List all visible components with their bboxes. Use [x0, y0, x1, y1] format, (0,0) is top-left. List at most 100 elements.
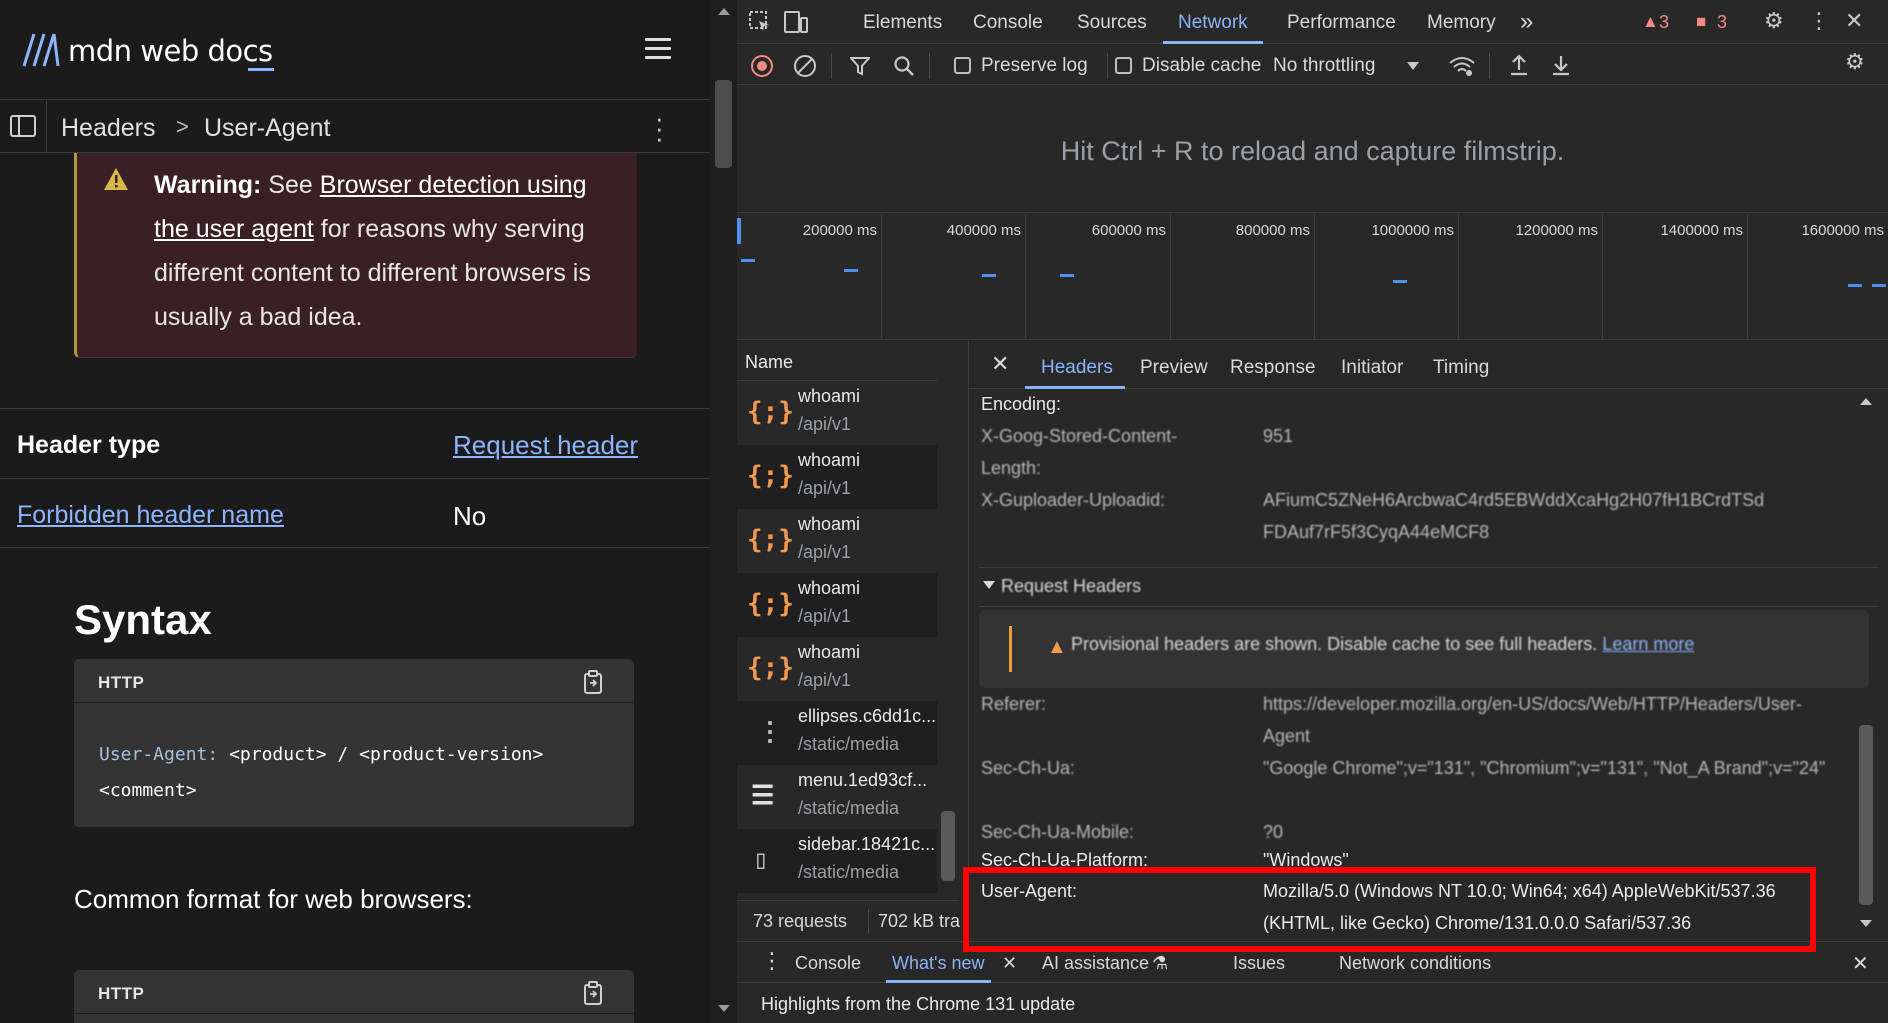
drawer-tab-console[interactable]: Console [795, 953, 861, 974]
inspect-element-icon[interactable] [749, 11, 771, 33]
sidebar-toggle-icon[interactable] [10, 115, 36, 137]
tab-performance[interactable]: Performance [1287, 12, 1396, 34]
request-name[interactable]: whoami [798, 642, 860, 663]
breadcrumb-headers-link[interactable]: Headers [61, 114, 156, 143]
tab-initiator[interactable]: Initiator [1341, 357, 1403, 379]
fetch-json-icon: {;} [747, 653, 794, 683]
request-row[interactable]: {;} whoami /api/v1 [737, 637, 937, 701]
more-tabs-icon[interactable]: » [1520, 8, 1533, 36]
disable-cache-label[interactable]: Disable cache [1142, 55, 1261, 77]
kebab-menu-icon[interactable]: · · · [655, 105, 664, 151]
tab-headers[interactable]: Headers [1041, 357, 1113, 379]
drawer-tab-whats-new[interactable]: What's new [892, 953, 984, 974]
scroll-down-arrow-icon[interactable] [718, 1005, 730, 1012]
hamburger-menu-icon[interactable] [645, 38, 673, 60]
request-name[interactable]: whoami [798, 514, 860, 535]
request-name[interactable]: ellipses.c6dd1c... [798, 706, 936, 727]
warnings-count[interactable]: 3 [1659, 12, 1669, 33]
error-badge-icon[interactable]: ■ [1696, 12, 1706, 32]
learn-more-link[interactable]: Learn more [1602, 634, 1694, 654]
detail-scrollbar[interactable] [1855, 390, 1877, 935]
request-row[interactable]: {;} whoami /api/v1 [737, 509, 937, 573]
chevron-down-icon[interactable] [1407, 62, 1419, 70]
filter-icon[interactable] [850, 56, 870, 76]
request-row[interactable]: {;} whoami /api/v1 [737, 381, 937, 445]
import-har-icon[interactable] [1509, 54, 1529, 76]
drawer-tab-network-conditions[interactable]: Network conditions [1339, 953, 1491, 974]
request-path: /api/v1 [798, 478, 852, 498]
close-icon[interactable]: ✕ [991, 351, 1009, 377]
request-row[interactable]: ☰ menu.1ed93cf... /static/media [737, 765, 937, 829]
request-name[interactable]: whoami [798, 450, 860, 471]
forbidden-header-name-link[interactable]: Forbidden header name [17, 501, 284, 530]
scrollbar-thumb[interactable] [715, 80, 732, 168]
breadcrumb-current[interactable]: User-Agent [204, 114, 330, 143]
fetch-json-icon: {;} [747, 589, 794, 619]
warning-text: Warning: See Browser detection using the… [154, 163, 624, 339]
errors-count[interactable]: 3 [1717, 12, 1727, 33]
request-list-scrollbar[interactable] [937, 341, 959, 901]
tab-console[interactable]: Console [973, 12, 1043, 34]
throttling-select[interactable]: No throttling [1273, 55, 1375, 77]
preserve-log-checkbox[interactable] [954, 57, 971, 74]
tab-timing[interactable]: Timing [1433, 357, 1489, 379]
scroll-down-arrow-icon[interactable] [1860, 920, 1872, 927]
tab-response[interactable]: Response [1230, 357, 1316, 379]
warning-icon: ▲ [1047, 636, 1067, 658]
drawer-tab-issues[interactable]: Issues [1233, 953, 1285, 974]
header-value: FDAuf7rF5f3CyqA44eMCF8 [1263, 522, 1490, 542]
tab-memory[interactable]: Memory [1427, 12, 1496, 34]
request-row[interactable]: {;} whoami /api/v1 [737, 573, 937, 637]
page-scrollbar[interactable] [710, 0, 737, 1023]
provisional-text: Provisional headers are shown. Disable c… [1071, 634, 1694, 655]
drawer-menu-icon[interactable]: ⋮ [761, 948, 783, 974]
common-format-text: Common format for web browsers: [74, 884, 473, 914]
device-toolbar-icon[interactable] [784, 11, 808, 33]
settings-gear-icon[interactable]: ⚙ [1764, 8, 1784, 34]
warning-triangle-icon[interactable]: ▲ [1642, 12, 1659, 32]
drawer-tab-ai-assistance[interactable]: AI assistance [1042, 953, 1149, 974]
mdn-logo-text[interactable]: mdn web docs [68, 34, 273, 68]
request-name[interactable]: menu.1ed93cf... [798, 770, 927, 791]
whats-new-highlight[interactable]: Highlights from the Chrome 131 update [761, 994, 1075, 1015]
more-options-icon[interactable]: ⋮ [1808, 8, 1830, 34]
request-headers-section-toggle[interactable]: Request Headers [979, 567, 1879, 607]
mdn-logo-icon[interactable] [22, 32, 60, 68]
request-row[interactable]: {;} whoami /api/v1 [737, 445, 937, 509]
disable-cache-checkbox[interactable] [1115, 57, 1132, 74]
scroll-up-arrow-icon[interactable] [718, 8, 730, 15]
triangle-down-icon[interactable] [983, 581, 995, 589]
close-devtools-icon[interactable]: ✕ [1845, 8, 1863, 34]
tab-elements[interactable]: Elements [863, 12, 942, 34]
close-drawer-icon[interactable]: ✕ [1852, 951, 1869, 976]
timeline-tick-label: 600000 ms [1091, 222, 1166, 239]
preserve-log-label[interactable]: Preserve log [981, 55, 1088, 77]
request-row[interactable]: ⋮ ellipses.c6dd1c... /static/media [737, 701, 937, 765]
search-icon[interactable] [893, 55, 915, 77]
clear-log-button[interactable] [794, 55, 816, 77]
close-whats-new-icon[interactable]: ✕ [1002, 953, 1017, 974]
export-har-icon[interactable] [1551, 54, 1571, 76]
tab-network[interactable]: Network [1178, 12, 1248, 34]
tab-sources[interactable]: Sources [1077, 12, 1147, 34]
request-headers-title[interactable]: Request Headers [1001, 576, 1141, 597]
copy-icon[interactable] [582, 980, 606, 1006]
request-name[interactable]: whoami [798, 386, 860, 407]
scrollbar-thumb[interactable] [1859, 725, 1873, 905]
record-stop-button[interactable] [751, 55, 773, 77]
scroll-up-arrow-icon[interactable] [1860, 398, 1872, 405]
timeline-request-mark [1393, 280, 1407, 283]
network-overview-timeline[interactable]: 200000 ms 400000 ms 600000 ms 800000 ms … [737, 214, 1888, 340]
request-row[interactable]: ▯ sidebar.18421c... /static/media [737, 829, 937, 893]
tab-preview[interactable]: Preview [1140, 357, 1208, 379]
spec-row-header-type: Header type Request header [0, 408, 710, 478]
copy-icon[interactable] [582, 669, 606, 695]
request-header-link[interactable]: Request header [453, 430, 638, 461]
scrollbar-thumb[interactable] [941, 811, 955, 881]
request-name[interactable]: whoami [798, 578, 860, 599]
request-list-header: Name [737, 341, 957, 381]
network-settings-gear-icon[interactable]: ⚙ [1845, 49, 1865, 75]
name-column-header[interactable]: Name [745, 352, 793, 373]
network-conditions-icon[interactable] [1448, 55, 1476, 77]
request-name[interactable]: sidebar.18421c... [798, 834, 935, 855]
